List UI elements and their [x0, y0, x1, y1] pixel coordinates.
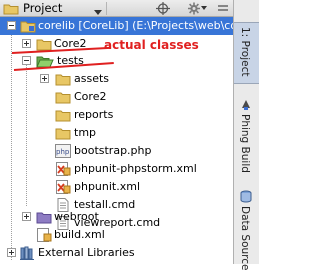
tree-item-label: phpunit.xml	[74, 180, 141, 193]
expand-toggle[interactable]	[22, 212, 31, 221]
tab-data-source[interactable]: Data Source	[234, 186, 259, 270]
scroll-from-source-icon[interactable]	[154, 2, 172, 15]
folder-icon	[3, 3, 19, 18]
tree-item-tmp[interactable]: tmp	[0, 124, 233, 142]
tab-phing-build[interactable]: Phing Build	[234, 94, 259, 178]
folder-icon	[55, 108, 71, 122]
module-folder-icon	[20, 19, 36, 33]
tree-item-label: Core2	[74, 90, 107, 103]
tree-item-label: build.xml	[54, 228, 105, 241]
tree-item-bootstrap[interactable]: php bootstrap.php	[0, 142, 233, 160]
folder-icon	[55, 90, 71, 104]
tab-project-label: 1: Project	[239, 27, 251, 77]
annotation-actual-classes: actual classes	[104, 38, 199, 52]
xml-config-icon	[55, 180, 71, 194]
library-icon	[20, 246, 36, 260]
xml-file-icon	[36, 228, 52, 242]
collapse-toggle[interactable]	[7, 21, 16, 30]
web-folder-icon	[36, 210, 52, 224]
tree-root-corelib[interactable]: corelib [CoreLib] (E:\Projects\web\corel…	[0, 17, 233, 35]
tree-item-webroot[interactable]: webroot	[0, 208, 233, 226]
tab-phing-build-label: Phing Build	[239, 114, 251, 173]
tree-item-phpunit-phpstorm[interactable]: phpunit-phpstorm.xml	[0, 160, 233, 178]
toolbar-divider	[106, 2, 107, 15]
tree-item-label: bootstrap.php	[74, 144, 152, 157]
hide-panel-icon[interactable]	[216, 2, 234, 15]
tree-item-label: webroot	[54, 210, 99, 223]
tree-item-label: assets	[74, 72, 110, 85]
tree-item-label: External Libraries	[38, 246, 135, 259]
tree-item-reports[interactable]: reports	[0, 106, 233, 124]
tree-item-external-libraries[interactable]: External Libraries	[0, 244, 233, 262]
tree-item-assets[interactable]: assets	[0, 70, 233, 88]
tool-window-sidebar: 1: Project Phing Build Data Source	[233, 0, 259, 270]
svg-text:php: php	[56, 148, 70, 156]
database-icon	[240, 190, 252, 206]
collapse-toggle[interactable]	[22, 56, 31, 65]
tree-item-label: reports	[74, 108, 114, 121]
folder-icon	[55, 126, 71, 140]
tree-item-label: phpunit-phpstorm.xml	[74, 162, 197, 175]
folder-icon	[36, 37, 52, 51]
php-file-icon: php	[55, 144, 71, 158]
tab-project[interactable]: 1: Project	[234, 22, 259, 84]
gear-icon[interactable]	[187, 2, 207, 15]
tree-item-phpunit[interactable]: phpunit.xml	[0, 178, 233, 196]
project-view-title[interactable]: Project	[23, 1, 62, 15]
folder-icon	[55, 72, 71, 86]
tab-data-source-label: Data Source	[239, 206, 251, 270]
project-toolbar: Project	[0, 0, 233, 17]
phing-build-icon	[240, 98, 252, 113]
tree-item-core2-inner[interactable]: Core2	[0, 88, 233, 106]
expand-toggle[interactable]	[7, 248, 16, 257]
tree-item-build[interactable]: build.xml	[0, 226, 233, 244]
expand-toggle[interactable]	[22, 39, 31, 48]
tree-item-label: tmp	[74, 126, 97, 139]
xml-config-icon	[55, 162, 71, 176]
tree-root-label: corelib [CoreLib] (E:\Projects\web\corel…	[38, 19, 233, 32]
expand-toggle[interactable]	[40, 74, 49, 83]
